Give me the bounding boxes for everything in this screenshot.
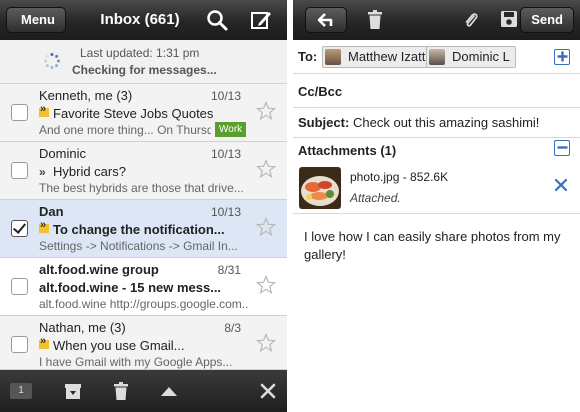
inbox-toolbar: Menu Inbox (661) <box>0 0 287 40</box>
ccbcc-label: Cc/Bcc <box>298 84 343 99</box>
subject-field-row[interactable]: Subject: Check out this amazing sashimi! <box>293 108 580 138</box>
message-subject: Favorite Steve Jobs Quotes <box>53 106 214 121</box>
message-checkbox-checked[interactable] <box>11 220 28 237</box>
recipient-name: Dominic L <box>452 49 510 64</box>
subject-input[interactable]: Check out this amazing sashimi! <box>353 115 539 130</box>
message-sender: alt.food.wine group <box>39 262 159 277</box>
menu-button[interactable]: Menu <box>6 7 66 33</box>
message-snippet: I have Gmail with my Google Apps... <box>39 355 233 369</box>
collapse-attachments-button[interactable] <box>554 140 570 156</box>
message-snippet: Settings -> Notifications -> Gmail In... <box>39 239 238 253</box>
star-icon[interactable] <box>256 275 276 295</box>
message-row[interactable]: Nathan, me (3) 8/3 When you use Gmail...… <box>0 316 287 370</box>
message-sender: Dominic <box>39 146 86 161</box>
paperclip-icon[interactable] <box>464 11 478 29</box>
spinner-icon <box>44 53 60 69</box>
remove-attachment-icon[interactable] <box>554 178 568 192</box>
message-checkbox[interactable] <box>11 162 28 179</box>
avatar <box>429 49 445 65</box>
search-icon[interactable] <box>206 9 228 31</box>
star-icon[interactable] <box>256 101 276 121</box>
not-important-marker-icon: » <box>39 165 46 179</box>
message-body[interactable]: I love how I can easily share photos fro… <box>304 228 569 264</box>
star-icon[interactable] <box>256 333 276 353</box>
plus-icon <box>557 51 567 62</box>
message-date: 10/13 <box>210 89 241 103</box>
important-marker-icon <box>39 221 49 233</box>
inbox-bottom-toolbar: 1 <box>0 370 287 412</box>
message-subject: To change the notification... <box>53 222 225 237</box>
message-snippet: alt.food.wine http://groups.google.com..… <box>39 297 249 311</box>
last-updated-text: Last updated: 1:31 pm <box>80 46 200 60</box>
message-row[interactable]: Kenneth, me (3) 10/13 Favorite Steve Job… <box>0 84 287 142</box>
ccbcc-field-row[interactable]: Cc/Bcc <box>293 74 580 108</box>
star-icon[interactable] <box>256 159 276 179</box>
message-date: 10/13 <box>210 205 241 219</box>
inbox-panel: Menu Inbox (661) Last updated: 1:31 pm C… <box>0 0 287 412</box>
recipient-name: Matthew Izatt <box>348 49 426 64</box>
to-label: To: <box>298 49 318 64</box>
send-button[interactable]: Send <box>520 7 574 33</box>
to-field-row[interactable]: To: Matthew Izatt Dominic L <box>293 40 580 74</box>
attachment-name: photo.jpg - 852.6K <box>350 170 449 184</box>
attachment-status: Attached. <box>350 191 401 205</box>
label-work: Work <box>215 122 247 137</box>
close-icon[interactable] <box>258 381 278 401</box>
recipient-chip[interactable]: Dominic L <box>426 46 516 68</box>
message-date: 10/13 <box>210 147 241 161</box>
divider <box>293 213 580 214</box>
message-date: 8/3 <box>224 321 241 335</box>
checking-text: Checking for messages... <box>72 63 217 77</box>
message-checkbox[interactable] <box>11 104 28 121</box>
recipient-chip[interactable]: Matthew Izatt <box>322 46 432 68</box>
message-sender: Nathan, me (3) <box>39 320 126 335</box>
compose-panel: Send To: Matthew Izatt Dominic L Cc/Bcc … <box>293 0 580 412</box>
message-sender: Kenneth, me (3) <box>39 88 133 103</box>
message-row[interactable]: alt.food.wine group 8/31 alt.food.wine -… <box>0 258 287 316</box>
up-arrow-icon[interactable] <box>159 381 179 401</box>
sync-status: Last updated: 1:31 pm Checking for messa… <box>0 40 287 84</box>
message-subject: Hybrid cars? <box>53 164 126 179</box>
subject-label: Subject: <box>298 115 350 130</box>
attachment-thumbnail <box>299 167 341 209</box>
selected-count-badge: 1 <box>10 383 32 399</box>
inbox-title: Inbox (661) <box>100 11 180 28</box>
trash-icon[interactable] <box>366 10 384 30</box>
message-checkbox[interactable] <box>11 278 28 295</box>
important-marker-icon <box>39 105 49 117</box>
message-sender: Dan <box>39 204 64 219</box>
message-row-selected[interactable]: Dan 10/13 To change the notification... … <box>0 200 287 258</box>
message-snippet: The best hybrids are those that drive... <box>39 181 244 195</box>
attachments-header: Attachments (1) <box>293 138 580 162</box>
avatar <box>325 49 341 65</box>
archive-icon[interactable] <box>63 381 83 401</box>
trash-icon[interactable] <box>111 381 131 401</box>
back-button[interactable] <box>305 7 347 33</box>
compose-icon[interactable] <box>250 9 272 31</box>
save-icon[interactable] <box>500 10 518 28</box>
attachments-label: Attachments (1) <box>298 143 397 158</box>
message-row[interactable]: Dominic 10/13 » Hybrid cars? The best hyb… <box>0 142 287 200</box>
compose-toolbar: Send <box>293 0 580 40</box>
message-date: 8/31 <box>217 263 241 277</box>
important-marker-icon <box>39 337 49 349</box>
message-snippet: And one more thing... On Thursday... <box>39 123 211 137</box>
star-icon[interactable] <box>256 217 276 237</box>
sashimi-photo-thumbnail <box>299 167 341 209</box>
message-subject: When you use Gmail... <box>53 338 185 353</box>
message-subject: alt.food.wine - 15 new mess... <box>39 280 222 295</box>
minus-icon <box>557 146 567 149</box>
message-checkbox[interactable] <box>11 336 28 353</box>
add-recipient-button[interactable] <box>554 49 570 65</box>
back-arrow-icon <box>317 13 333 27</box>
